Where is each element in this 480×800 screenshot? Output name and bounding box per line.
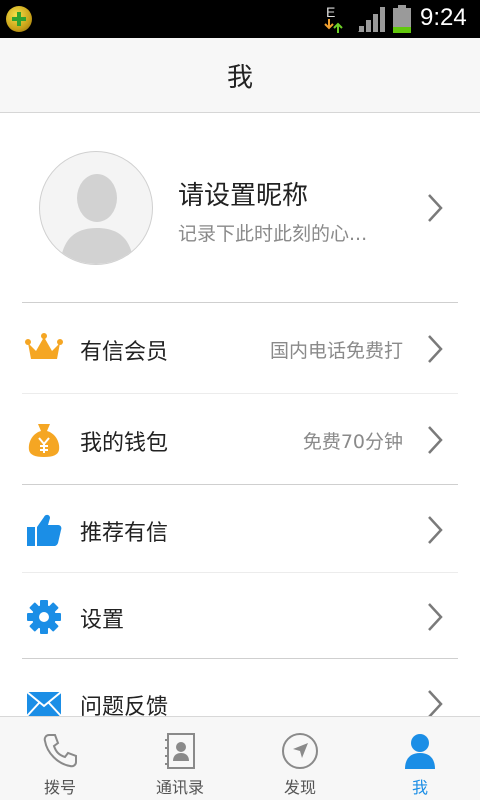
tab-label: 发现 xyxy=(283,778,316,797)
network-type-label: E xyxy=(326,4,336,20)
chevron-right-icon xyxy=(428,603,443,631)
signature: 记录下此时此刻的心... xyxy=(178,223,368,245)
divider xyxy=(22,302,458,303)
clock: 9:24 xyxy=(420,4,467,31)
divider xyxy=(22,393,458,394)
chevron-right-icon xyxy=(428,335,443,363)
chevron-right-icon xyxy=(428,690,443,718)
person-icon xyxy=(405,734,435,769)
chevron-right-icon xyxy=(428,194,443,222)
menu-item-label: 我的钱包 xyxy=(80,431,169,456)
thumbs-up-icon xyxy=(27,514,62,546)
app-notification-icon xyxy=(6,6,32,32)
crown-icon xyxy=(25,333,63,359)
tab-discover[interactable]: 发现 xyxy=(240,717,360,800)
menu-item-membership[interactable]: 有信会员 国内电话免费打 xyxy=(0,305,480,393)
tab-label: 我 xyxy=(411,778,428,797)
divider xyxy=(22,658,458,659)
tab-label: 拨号 xyxy=(43,778,76,797)
data-activity-icon xyxy=(324,19,343,33)
avatar[interactable] xyxy=(39,151,153,265)
menu-item-label: 设置 xyxy=(80,608,125,633)
gear-icon xyxy=(27,600,61,634)
menu-item-label: 有信会员 xyxy=(80,340,169,365)
tab-contacts[interactable]: 通讯录 xyxy=(120,717,240,800)
money-bag-icon xyxy=(28,424,60,457)
tab-label: 通讯录 xyxy=(155,778,204,797)
contacts-icon xyxy=(165,733,195,769)
title-bar: 我 xyxy=(0,38,480,113)
profile-card[interactable]: 请设置昵称 记录下此时此刻的心... xyxy=(0,113,480,302)
menu-item-label: 推荐有信 xyxy=(80,521,169,546)
divider xyxy=(22,484,458,485)
network-type-indicator: E xyxy=(322,4,346,34)
bottom-tab-bar: 拨号 通讯录 发现 我 xyxy=(0,716,480,800)
chevron-right-icon xyxy=(428,426,443,454)
nickname: 请设置昵称 xyxy=(178,181,309,211)
menu-item-value: 国内电话免费打 xyxy=(269,340,403,362)
signal-strength-icon xyxy=(358,7,385,32)
menu-item-recommend[interactable]: 推荐有信 xyxy=(0,486,480,574)
chevron-right-icon xyxy=(428,516,443,544)
page-title: 我 xyxy=(226,62,253,93)
compass-icon xyxy=(282,733,318,769)
menu-item-settings[interactable]: 设置 xyxy=(0,573,480,661)
tab-me[interactable]: 我 xyxy=(360,717,480,800)
battery-icon xyxy=(393,5,411,33)
tab-dial[interactable]: 拨号 xyxy=(0,717,120,800)
default-avatar-icon xyxy=(60,174,134,264)
phone-icon xyxy=(43,734,77,768)
status-bar: E 9:24 xyxy=(0,0,480,38)
menu-item-value: 免费70分钟 xyxy=(302,431,403,453)
menu-item-wallet[interactable]: 我的钱包 免费70分钟 xyxy=(0,396,480,484)
